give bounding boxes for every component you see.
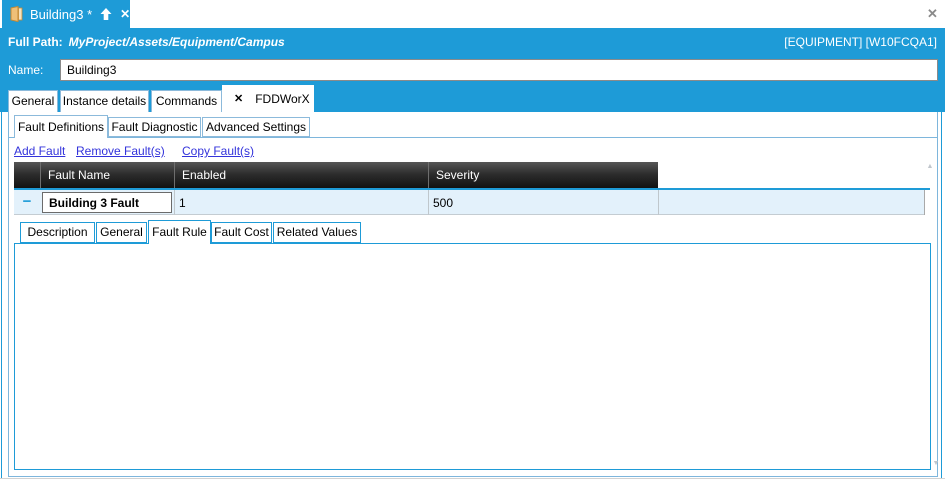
cell-separator xyxy=(658,190,659,215)
tab-related-values[interactable]: Related Values xyxy=(273,222,361,243)
close-fddworx-tab-icon[interactable]: ✕ xyxy=(234,92,243,105)
tab-fault-rule[interactable]: Fault Rule xyxy=(148,220,211,244)
collapse-row-icon[interactable]: − xyxy=(20,192,34,212)
workbench-property-window: Building3 * ✕ ✕ Full Path: MyProject/Ass… xyxy=(0,0,945,486)
tab-commands[interactable]: Commands xyxy=(151,90,222,112)
tab-description[interactable]: Description xyxy=(20,222,95,243)
fault-table-header: Fault Name Enabled Severity xyxy=(14,162,658,188)
remove-fault-link[interactable]: Remove Fault(s) xyxy=(76,144,165,158)
tab-instance-details[interactable]: Instance details xyxy=(60,90,149,112)
tab-fault-cost[interactable]: Fault Cost xyxy=(211,222,272,243)
document-tab-close-icon[interactable]: ✕ xyxy=(120,7,130,21)
cell-separator xyxy=(428,190,429,215)
document-tab[interactable]: Building3 * ✕ xyxy=(2,0,130,28)
bottom-divider xyxy=(0,478,945,479)
window-border-right xyxy=(941,28,942,478)
tab-general[interactable]: General xyxy=(8,90,58,112)
tab-fddworx[interactable]: ✕ FDDWorX xyxy=(222,85,314,112)
document-title: Building3 * xyxy=(30,7,92,22)
selector-column-header xyxy=(14,162,40,188)
enabled-cell[interactable]: 1 xyxy=(179,196,186,210)
tab-fault-definitions[interactable]: Fault Definitions xyxy=(14,115,108,138)
full-path-value: MyProject/Assets/Equipment/Campus xyxy=(69,35,285,49)
fault-definitions-pane-border xyxy=(8,137,938,138)
tab-fault-diagnostic[interactable]: Fault Diagnostic xyxy=(108,117,201,137)
main-tab-strip: General Instance details Commands ✕ FDDW… xyxy=(0,84,945,112)
cell-separator xyxy=(174,190,175,215)
tab-general-rule[interactable]: General xyxy=(96,222,147,243)
severity-cell[interactable]: 500 xyxy=(433,196,453,210)
cell-separator xyxy=(924,190,925,215)
folder-icon xyxy=(10,6,23,22)
tab-fddworx-label: FDDWorX xyxy=(255,92,309,106)
add-fault-link[interactable]: Add Fault xyxy=(14,144,65,158)
column-severity[interactable]: Severity xyxy=(428,162,658,188)
promote-icon[interactable] xyxy=(99,7,113,21)
copy-fault-link[interactable]: Copy Fault(s) xyxy=(182,144,254,158)
scroll-up-icon[interactable]: ▲ xyxy=(922,163,938,170)
name-label: Name: xyxy=(8,63,43,77)
fault-name-cell-input[interactable] xyxy=(42,192,172,213)
full-path-label: Full Path: xyxy=(8,35,63,49)
window-border-left xyxy=(1,28,2,478)
name-row: Name: xyxy=(0,56,945,84)
full-path-bar: Full Path: MyProject/Assets/Equipment/Ca… xyxy=(0,28,945,56)
tab-advanced-settings[interactable]: Advanced Settings xyxy=(202,117,310,137)
name-input[interactable] xyxy=(60,59,938,81)
column-fault-name[interactable]: Fault Name xyxy=(40,162,174,188)
close-pane-icon[interactable]: ✕ xyxy=(927,6,938,22)
fault-rule-pane xyxy=(14,243,931,470)
context-badge: [EQUIPMENT] [W10FCQA1] xyxy=(784,35,937,49)
column-enabled[interactable]: Enabled xyxy=(174,162,428,188)
